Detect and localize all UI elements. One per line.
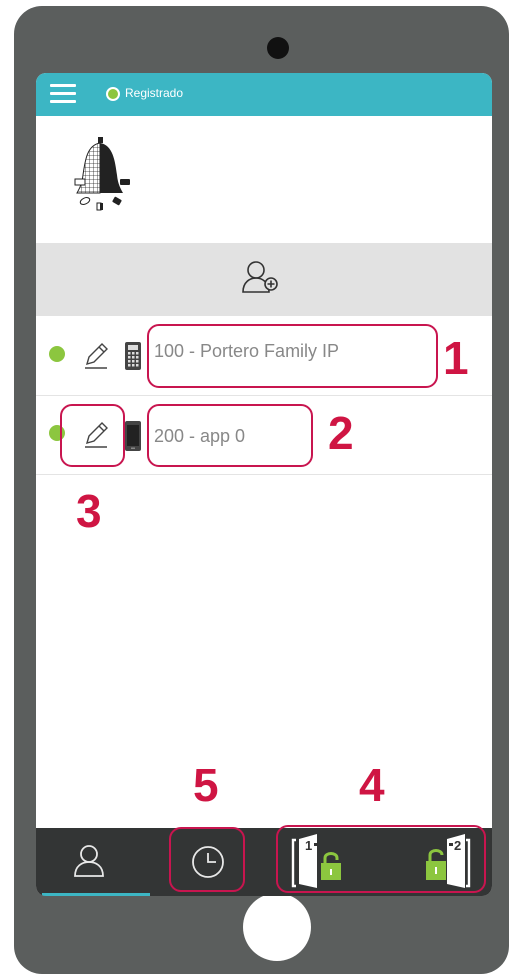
- callout-box-1: [147, 324, 438, 388]
- app-screen: Registrado 100 - Portero Family IP 200 -…: [36, 73, 492, 896]
- callout-box-3: [60, 404, 125, 467]
- top-bar: Registrado: [36, 73, 492, 116]
- callout-box-2: [147, 404, 313, 467]
- callout-box-5: [169, 827, 245, 892]
- smartphone-icon: [124, 420, 142, 457]
- registration-status-label: Registrado: [125, 86, 184, 100]
- add-contact-bar[interactable]: [36, 243, 492, 316]
- callout-number-2: 2: [328, 407, 354, 459]
- bell-logo-icon: [69, 135, 169, 230]
- home-button[interactable]: [243, 893, 311, 961]
- callout-number-1: 1: [443, 332, 469, 384]
- registration-status-dot: [106, 87, 120, 101]
- front-camera: [267, 37, 289, 59]
- pencil-edit-icon[interactable]: [81, 340, 111, 375]
- contacts-tab[interactable]: [36, 828, 150, 896]
- online-status-dot: [49, 346, 65, 362]
- callout-number-3: 3: [76, 485, 102, 537]
- add-user-icon[interactable]: [238, 258, 286, 303]
- hamburger-menu-icon[interactable]: [50, 84, 76, 104]
- callout-box-4: [276, 825, 486, 893]
- callout-number-5: 5: [193, 759, 219, 811]
- callout-number-4: 4: [359, 759, 385, 811]
- intercom-icon: [124, 341, 142, 376]
- active-tab-indicator: [42, 893, 150, 896]
